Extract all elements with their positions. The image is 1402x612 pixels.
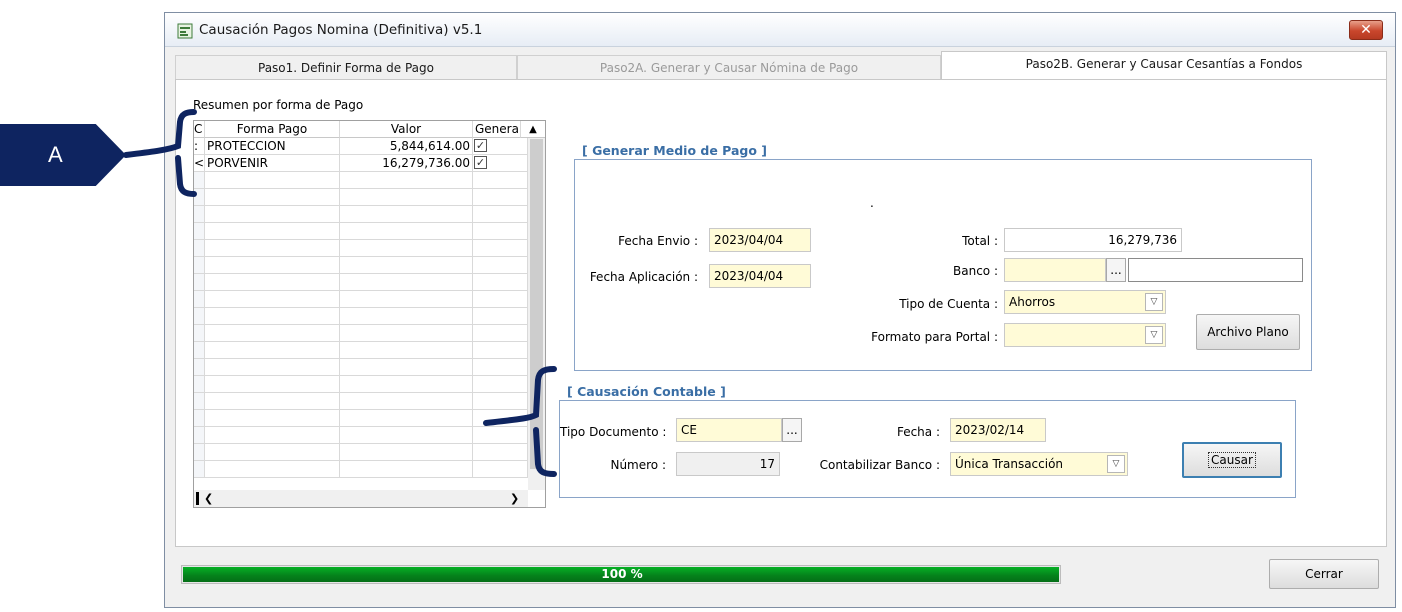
bracket-b (483, 366, 557, 477)
annotation-brackets (123, 109, 557, 477)
bracket-a (123, 109, 197, 197)
